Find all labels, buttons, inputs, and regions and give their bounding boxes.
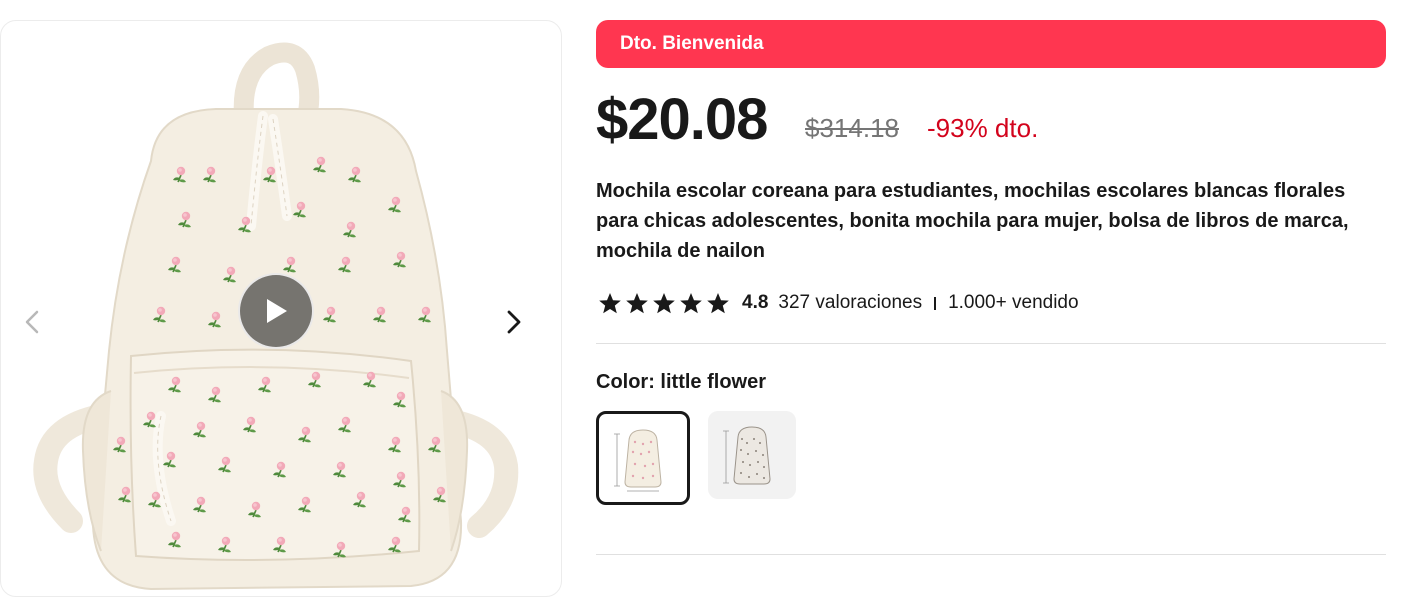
product-gallery	[0, 20, 562, 597]
chevron-left-icon[interactable]	[19, 308, 47, 336]
variant-thumbnail	[723, 426, 771, 485]
star-icon	[626, 293, 648, 314]
star-rating	[598, 292, 730, 314]
separator	[934, 296, 937, 310]
rating-value: 4.8	[742, 292, 769, 313]
chevron-right-icon[interactable]	[499, 308, 527, 336]
product-title: Mochila escolar coreana para estudiantes…	[596, 180, 1349, 262]
welcome-discount-banner: Dto. Bienvenida	[596, 20, 1386, 68]
discount-percent: -93% dto.	[927, 113, 1039, 143]
star-icon	[680, 293, 702, 314]
current-price: $20.08	[596, 87, 768, 152]
star-icon	[653, 293, 675, 314]
variant-thumbnail	[605, 420, 681, 496]
rating-row[interactable]: 4.8 327 valoraciones 1.000+ vendido	[596, 290, 1079, 316]
original-price: $314.18	[805, 113, 899, 143]
play-video-button[interactable]	[238, 273, 314, 349]
star-icon	[707, 293, 729, 314]
star-icon	[599, 293, 621, 314]
play-icon	[267, 299, 287, 323]
sold-count: 1.000+ vendido	[948, 292, 1079, 313]
divider	[596, 554, 1386, 555]
color-swatch-alt[interactable]	[708, 411, 796, 499]
product-info: Dto. Bienvenida $20.08 $314.18 -93% dto.…	[596, 20, 1386, 555]
color-label: Color: little flower	[596, 371, 766, 393]
divider	[596, 343, 1386, 344]
ratings-count[interactable]: 327 valoraciones	[778, 292, 922, 314]
color-swatch-little-flower[interactable]	[596, 411, 690, 505]
